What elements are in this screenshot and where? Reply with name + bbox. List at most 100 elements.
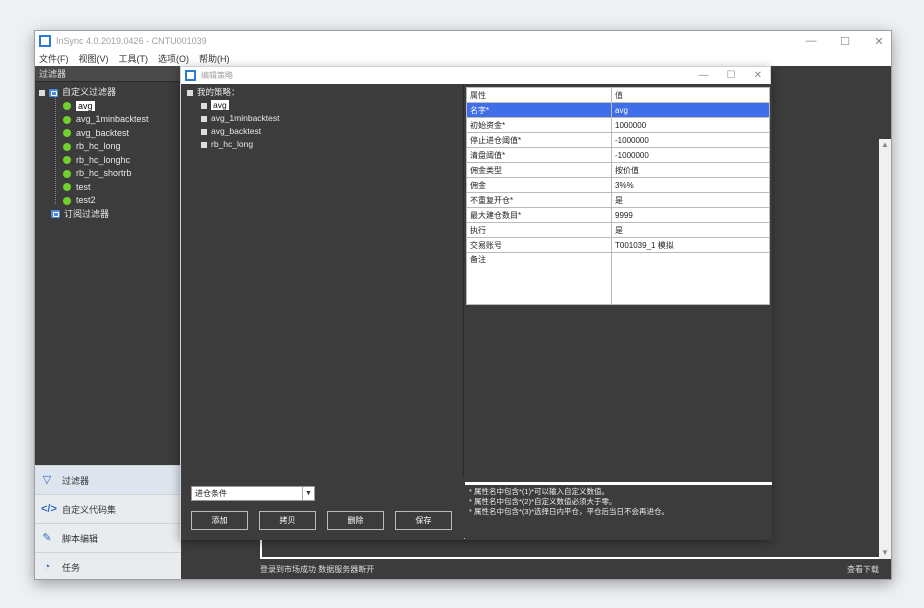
property-row[interactable]: 清盘阈值* -1000000 — [466, 147, 770, 163]
dropdown-arrow-icon[interactable]: ▼ — [302, 487, 314, 500]
strategy-item[interactable]: avg_backtest — [181, 125, 463, 138]
filter-item-label: avg — [76, 100, 95, 111]
filter-item[interactable]: avg_backtest — [35, 127, 180, 141]
property-row[interactable]: 名字* avg — [466, 102, 770, 118]
property-key: 佣金 — [466, 177, 612, 193]
nav-filter[interactable]: ▽ 过滤器 — [35, 465, 181, 494]
expand-icon[interactable] — [201, 141, 207, 148]
filter-item[interactable]: test — [35, 181, 180, 195]
nav-script-edit[interactable]: ✎ 脚本编辑 — [35, 523, 181, 552]
property-key: 停止进仓阈值* — [466, 132, 612, 148]
green-dot-icon — [63, 102, 71, 111]
property-value[interactable]: 3%% — [611, 177, 770, 193]
folder-icon — [51, 210, 60, 219]
copy-button[interactable]: 拷贝 — [259, 511, 316, 530]
property-value[interactable]: -1000000 — [611, 132, 770, 148]
expand-icon[interactable] — [201, 102, 207, 109]
property-table: 属性 值 名字* avg 初始资金* 1000000 停止进仓阈值* -1000000… — [466, 87, 770, 305]
filter-item[interactable]: rb_hc_long — [35, 140, 180, 154]
property-value[interactable]: -1000000 — [611, 147, 770, 163]
property-pane: 属性 值 名字* avg 初始资金* 1000000 停止进仓阈值* -1000000… — [465, 84, 772, 482]
add-button[interactable]: 添加 — [191, 511, 248, 530]
strategy-item-label: avg_1minbacktest — [211, 113, 280, 123]
property-row[interactable]: 初始资金* 1000000 — [466, 117, 770, 133]
filter-item-label: test — [76, 181, 91, 192]
property-value[interactable]: 是 — [611, 222, 770, 238]
save-button[interactable]: 保存 — [395, 511, 452, 530]
property-value[interactable]: T001039_1 模拟 — [611, 237, 770, 253]
tree-root-label: 自定义过滤器 — [62, 87, 117, 97]
window-title: InSync 4.0.2019.0426 - CNTU001039 — [56, 36, 207, 46]
property-value[interactable] — [611, 252, 770, 305]
delete-button[interactable]: 删除 — [327, 511, 384, 530]
property-value[interactable]: 9999 — [611, 207, 770, 223]
filter-item[interactable]: avg_1minbacktest — [35, 113, 180, 127]
nav-tasks[interactable]: ◔ 任务 — [35, 552, 181, 579]
menu-options[interactable]: 选项(O) — [154, 52, 195, 65]
property-row[interactable]: 停止进仓阈值* -1000000 — [466, 132, 770, 148]
property-row[interactable]: 不重复开仓* 是 — [466, 192, 770, 208]
expand-icon[interactable] — [201, 115, 207, 122]
maximize-button[interactable]: ☐ — [839, 35, 851, 48]
status-text: 登录到市场成功 数据服务器断开 — [260, 565, 375, 574]
property-key: 不重复开仓* — [466, 192, 612, 208]
dialog-close-button[interactable]: ✕ — [754, 70, 762, 81]
filter-item-label: rb_hc_long — [76, 141, 121, 151]
property-row[interactable]: 备注 — [466, 252, 770, 305]
menu-tools[interactable]: 工具(T) — [115, 52, 155, 65]
property-row[interactable]: 交易账号 T001039_1 模拟 — [466, 237, 770, 253]
green-dot-icon — [63, 183, 71, 192]
property-row[interactable]: 佣金类型 按价值 — [466, 162, 770, 178]
strategy-item-label: avg_backtest — [211, 126, 262, 136]
dialog-actions: 进仓条件 ▼ 添加 拷贝 删除 保存 — [181, 477, 464, 540]
collapse-icon[interactable] — [39, 89, 45, 96]
code-icon: </> — [41, 503, 57, 515]
condition-select[interactable]: 进仓条件 ▼ — [191, 486, 315, 501]
view-downloads-link[interactable]: 查看下载 — [847, 561, 879, 579]
tree-sub-label: 订阅过滤器 — [64, 208, 110, 219]
strategy-root[interactable]: 我的策略： — [181, 86, 463, 99]
property-row[interactable]: 最大建仓数目* 9999 — [466, 207, 770, 223]
filter-item-label: rb_hc_longhc — [76, 154, 131, 165]
strategy-item[interactable]: rb_hc_long — [181, 138, 463, 151]
condition-select-value: 进仓条件 — [195, 489, 227, 498]
filter-item[interactable]: rb_hc_shortrb — [35, 167, 180, 181]
strategy-item[interactable]: avg — [181, 99, 463, 112]
nav-code-set[interactable]: </> 自定义代码集 — [35, 494, 181, 523]
tree-root-custom[interactable]: 自定义过滤器 — [35, 86, 180, 100]
menu-file[interactable]: 文件(F) — [35, 52, 75, 65]
property-value[interactable]: 按价值 — [611, 162, 770, 178]
menu-view[interactable]: 视图(V) — [75, 52, 115, 65]
tree-root-subscribe[interactable]: 订阅过滤器 — [35, 208, 180, 222]
scroll-down-icon[interactable]: ▼ — [879, 547, 891, 559]
dialog-maximize-button[interactable]: ☐ — [727, 70, 736, 81]
hint-line: * 属性名中包含*(1)*可以输入自定义数值。 — [469, 487, 610, 496]
strategy-item[interactable]: avg_1minbacktest — [181, 112, 463, 125]
scroll-up-icon[interactable]: ▲ — [879, 139, 891, 151]
property-row[interactable]: 佣金 3%% — [466, 177, 770, 193]
expand-icon[interactable] — [201, 128, 207, 135]
property-row[interactable]: 执行是 — [466, 222, 770, 238]
property-value[interactable]: 1000000 — [611, 117, 770, 133]
green-dot-icon — [63, 142, 71, 151]
dialog-minimize-button[interactable]: — — [699, 70, 709, 81]
close-button[interactable]: ✕ — [873, 35, 885, 48]
filter-tree: 自定义过滤器 avg avg_1minbacktest avg_backtest… — [35, 82, 180, 221]
edit-icon: ✎ — [42, 532, 52, 544]
menu-help[interactable]: 帮助(H) — [195, 52, 236, 65]
property-value[interactable]: 是 — [611, 192, 770, 208]
filter-item-label: avg_1minbacktest — [76, 114, 149, 124]
filter-item[interactable]: test2 — [35, 194, 180, 208]
filter-item[interactable]: avg — [35, 100, 180, 114]
property-key: 执行 — [466, 222, 612, 238]
property-value[interactable]: avg — [611, 102, 770, 118]
minimize-button[interactable]: — — [805, 35, 817, 47]
vertical-scrollbar[interactable]: ▲ ▼ — [879, 139, 891, 559]
filter-item[interactable]: rb_hc_longhc — [35, 154, 180, 168]
collapse-icon[interactable] — [187, 89, 193, 96]
green-dot-icon — [63, 129, 71, 138]
status-bar: 登录到市场成功 数据服务器断开 查看下载 — [257, 561, 891, 579]
nav-label: 自定义代码集 — [62, 504, 117, 515]
property-key: 备注 — [466, 252, 612, 305]
strategy-item-label: rb_hc_long — [211, 139, 254, 149]
